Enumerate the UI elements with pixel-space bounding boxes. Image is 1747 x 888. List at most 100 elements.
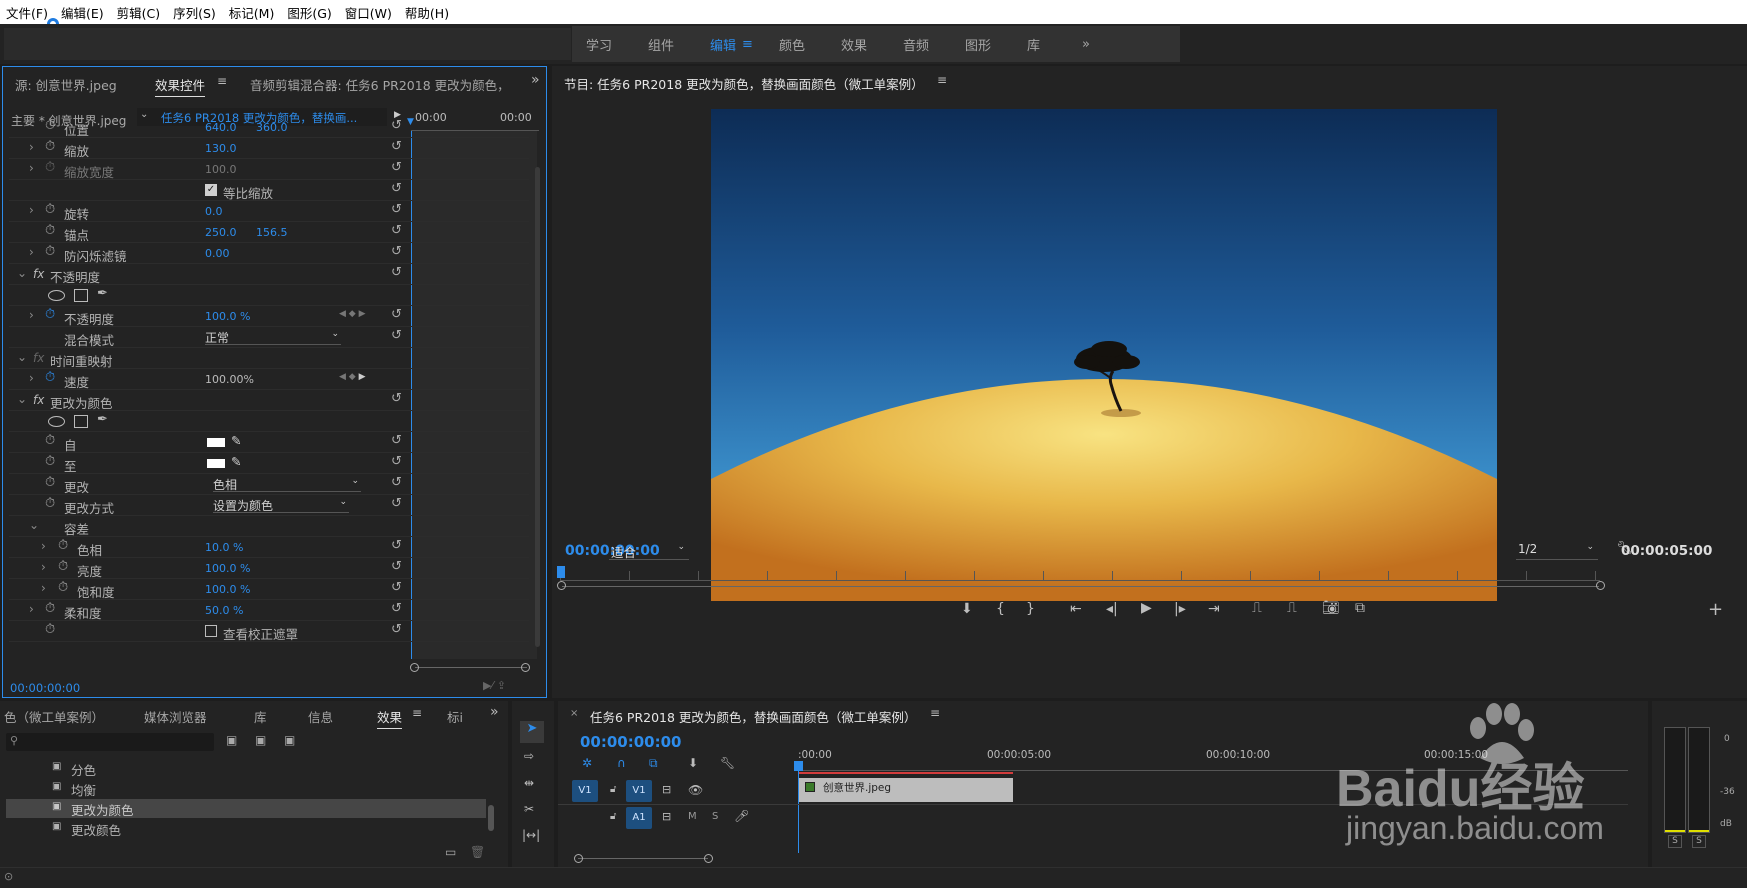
- razor-tool-icon[interactable]: ✂: [524, 802, 534, 816]
- sync-lock-icon[interactable]: ⊟: [662, 810, 671, 823]
- reset-icon[interactable]: ↺: [391, 202, 402, 217]
- list-item[interactable]: ▣ 分色: [6, 759, 486, 778]
- extract-icon[interactable]: ⎍: [1287, 600, 1297, 616]
- stopwatch-icon[interactable]: ⏱: [58, 538, 68, 553]
- yuv-effects-icon[interactable]: ▣: [284, 733, 295, 747]
- expand-chevron-icon[interactable]: ›: [29, 140, 34, 154]
- tab-effects[interactable]: 效果: [377, 707, 403, 729]
- more-tabs-icon[interactable]: »: [531, 72, 540, 88]
- keyframe-nav-icon[interactable]: ◀ ◆ ▶: [339, 372, 366, 382]
- track-select-tool-icon[interactable]: ⇨: [524, 749, 534, 763]
- hue-value[interactable]: 10.0 %: [205, 541, 243, 554]
- expand-chevron-icon[interactable]: ›: [29, 245, 34, 259]
- add-marker-icon[interactable]: ⬇: [961, 601, 973, 617]
- timeline-menu-icon[interactable]: ≡: [930, 706, 940, 720]
- tab-source[interactable]: 源: 创意世界.jpeg: [15, 75, 117, 94]
- workspace-color[interactable]: 颜色: [779, 35, 805, 54]
- workspace-menu-icon[interactable]: ≡: [742, 37, 753, 52]
- stopwatch-icon[interactable]: ⏱: [45, 475, 55, 490]
- reset-icon[interactable]: ↺: [391, 160, 402, 175]
- flicker-value[interactable]: 0.00: [205, 247, 230, 260]
- zoom-handle-left[interactable]: [557, 581, 566, 590]
- position-x-value[interactable]: 640.0: [205, 121, 237, 134]
- workspace-effects[interactable]: 效果: [841, 35, 867, 54]
- reset-icon[interactable]: ↺: [391, 433, 402, 448]
- mini-zoom-bar[interactable]: [415, 667, 527, 668]
- reset-icon[interactable]: ↺: [391, 475, 402, 490]
- menu-edit[interactable]: 编辑(E): [61, 3, 104, 22]
- menu-marker[interactable]: 标记(M): [229, 3, 275, 22]
- step-back-icon[interactable]: ◂|: [1106, 601, 1118, 617]
- expand-chevron-icon[interactable]: ›: [29, 602, 34, 616]
- reset-icon[interactable]: ↺: [391, 139, 402, 154]
- comparison-view-icon[interactable]: ⧉: [1355, 600, 1365, 616]
- more-workspaces-icon[interactable]: »: [1082, 37, 1090, 52]
- reset-icon[interactable]: ↺: [391, 181, 402, 196]
- expand-chevron-icon[interactable]: ›: [29, 203, 34, 217]
- playhead-icon[interactable]: [557, 566, 565, 578]
- reset-icon[interactable]: ↺: [391, 328, 402, 343]
- zoom-handle-right[interactable]: [521, 663, 530, 672]
- export-frame-icon[interactable]: 📷︎: [1322, 600, 1340, 616]
- solo-left-button[interactable]: S: [1668, 835, 1682, 848]
- stopwatch-icon[interactable]: ⏱: [45, 244, 55, 259]
- stopwatch-icon[interactable]: ⏱: [45, 307, 55, 322]
- reset-icon[interactable]: ↺: [391, 601, 402, 616]
- effects-tab-menu-icon[interactable]: ≡: [412, 706, 422, 720]
- anchor-y-value[interactable]: 156.5: [256, 226, 288, 239]
- track-target-a1[interactable]: A1: [626, 807, 652, 829]
- stopwatch-icon[interactable]: ⏱: [45, 118, 55, 133]
- effect-scrollbar[interactable]: [535, 167, 540, 647]
- solo-right-button[interactable]: S: [1692, 835, 1706, 848]
- play-icon[interactable]: ▶: [1141, 600, 1152, 616]
- expand-chevron-icon[interactable]: ›: [29, 308, 34, 322]
- list-item[interactable]: ▣ 均衡: [6, 779, 486, 798]
- collapse-chevron-icon[interactable]: ⌄: [17, 392, 27, 406]
- nest-icon[interactable]: ✲: [582, 756, 592, 770]
- menu-help[interactable]: 帮助(H): [405, 3, 449, 22]
- new-folder-icon[interactable]: ▭: [445, 845, 456, 859]
- menu-sequence[interactable]: 序列(S): [173, 3, 216, 22]
- toggle-output-eye-icon[interactable]: 👁︎: [688, 783, 703, 797]
- blend-mode-dropdown[interactable]: 正常 ⌄: [205, 329, 341, 345]
- scale-value[interactable]: 130.0: [205, 142, 237, 155]
- collapse-chevron-icon[interactable]: ⌄: [17, 350, 27, 364]
- timeline-timecode[interactable]: 00:00:00:00: [580, 733, 682, 751]
- go-to-out-icon[interactable]: ⇥: [1208, 601, 1220, 617]
- keyframe-nav-icon[interactable]: ◀ ◆ ▶: [339, 309, 366, 319]
- expand-chevron-icon[interactable]: ›: [29, 371, 34, 385]
- lock-track-icon[interactable]: 🔓︎: [610, 784, 616, 795]
- to-color-swatch[interactable]: [207, 459, 225, 468]
- linked-selection-icon[interactable]: ⧉: [649, 756, 658, 771]
- mark-in-icon[interactable]: {: [996, 601, 1005, 617]
- fx-badge[interactable]: fx: [33, 267, 44, 281]
- reset-icon[interactable]: ↺: [391, 307, 402, 322]
- stopwatch-icon[interactable]: ⏱: [45, 223, 55, 238]
- uniform-scale-checkbox[interactable]: ✓: [205, 184, 217, 196]
- source-patch-v1[interactable]: V1: [572, 780, 598, 802]
- stopwatch-icon[interactable]: ⏱: [45, 139, 55, 154]
- timeline-playhead[interactable]: [798, 761, 799, 853]
- reset-icon[interactable]: ↺: [391, 496, 402, 511]
- stopwatch-icon[interactable]: ⏱: [45, 496, 55, 511]
- expand-chevron-icon[interactable]: ›: [41, 560, 46, 574]
- lock-track-icon[interactable]: 🔓︎: [610, 811, 616, 822]
- video-clip[interactable]: 创意世界.jpeg: [799, 778, 1013, 802]
- effects-search-input[interactable]: ⚲: [6, 733, 214, 751]
- reset-icon[interactable]: ↺: [391, 622, 402, 637]
- softness-value[interactable]: 50.0 %: [205, 604, 243, 617]
- slip-tool-icon[interactable]: |↔|: [522, 828, 540, 842]
- position-y-value[interactable]: 360.0: [256, 121, 288, 134]
- workspace-learn[interactable]: 学习: [586, 35, 612, 54]
- zoom-handle-right[interactable]: [704, 854, 713, 863]
- scrub-zoom-bar[interactable]: [562, 586, 1599, 587]
- effect-group-change-to-color[interactable]: ⌄ fx 更改为颜色 ↺: [9, 390, 529, 411]
- rectangle-mask-icon[interactable]: [74, 415, 88, 428]
- sync-lock-icon[interactable]: ⊟: [662, 783, 671, 796]
- tab-info[interactable]: 信息: [308, 707, 333, 726]
- reset-icon[interactable]: ↺: [391, 118, 402, 133]
- mark-out-icon[interactable]: }: [1026, 601, 1035, 617]
- tab-effect-controls[interactable]: 效果控件: [155, 75, 206, 97]
- stopwatch-icon[interactable]: ⏱: [45, 622, 55, 637]
- lightness-value[interactable]: 100.0 %: [205, 562, 250, 575]
